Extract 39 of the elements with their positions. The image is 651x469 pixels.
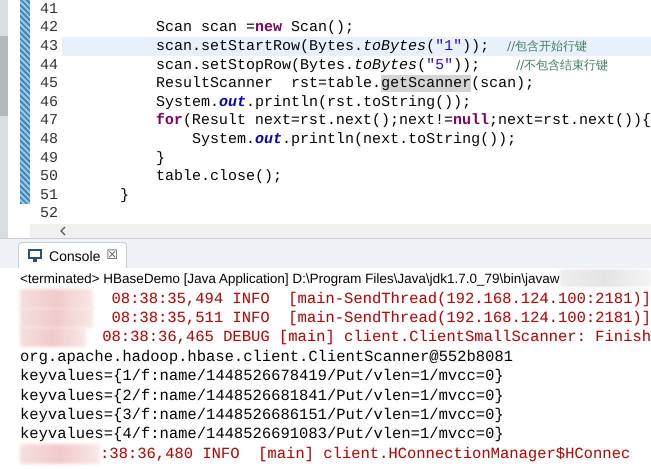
line-number: 44 <box>40 56 60 74</box>
console-line: 08:38:35,494 INFO [main-SendThread(192.168.124.100:2181)] <box>112 290 651 308</box>
console-line: 08:38:36,465 DEBUG [main] client.ClientSmallScanner: Finish <box>102 328 651 346</box>
horizontal-scrollbar[interactable] <box>30 224 651 238</box>
process-status: <terminated> HBaseDemo [Java Application] D:\Program Files\Java\jdk1.7.0_79\bin\javaw <box>20 270 560 286</box>
code-line: table.close(); <box>155 168 282 186</box>
redacted-area <box>20 327 86 348</box>
line-number: 52 <box>40 205 60 222</box>
console-line: keyvalues={1/f:name/1448526678419/Put/vlen=1/mvcc=0} <box>20 367 504 386</box>
line-number: 42 <box>40 19 60 36</box>
console-line: keyvalues={2/f:name/1448526681841/Put/vlen=1/mvcc=0} <box>20 386 504 405</box>
line-number: 43 <box>40 38 60 55</box>
line-number: 51 <box>40 186 60 204</box>
code-line: } <box>119 186 130 204</box>
vertical-scrollbar[interactable] <box>0 0 8 238</box>
line-number: 47 <box>40 112 60 130</box>
console-line: org.apache.hadoop.hbase.client.ClientScanner@552b8081 <box>20 348 513 366</box>
code-line: } <box>155 150 166 167</box>
line-number: 50 <box>40 168 60 186</box>
console-line: keyvalues={4/f:name/1448526691083/Put/vlen=1/mvcc=0} <box>20 425 504 444</box>
code-line: System.out.println(rst.toString()); <box>155 94 472 111</box>
console-tab[interactable]: Console ☒ <box>18 242 128 268</box>
line-number: 48 <box>40 130 60 148</box>
scroll-left-icon[interactable] <box>60 226 66 236</box>
code-line: scan.setStartRow(Bytes.toBytes("1")); //包含开始行键 <box>155 38 588 55</box>
code-line: for(Result next=rst.next();next!=null;next=rst.next()){ <box>154 112 651 130</box>
close-icon[interactable]: ☒ <box>106 248 118 263</box>
code-line: ResultScanner rst=table.getScanner(scan); <box>155 75 534 92</box>
code-line: scan.setStopRow(Bytes.toBytes("5")); //不包含结束行键 <box>155 56 608 74</box>
line-number: 49 <box>40 150 60 167</box>
line-number: 45 <box>40 75 60 92</box>
console-line: :38:36,480 INFO [main] client.HConnectionManager$HConnec <box>100 444 630 463</box>
line-number: 41 <box>40 0 60 18</box>
code-line: Scan scan =new Scan(); <box>155 19 354 36</box>
console-line: keyvalues={3/f:name/1448526686151/Put/vlen=1/mvcc=0} <box>20 406 504 424</box>
monitor-icon <box>27 248 43 263</box>
code-line: System.out.println(next.toString()); <box>191 130 516 148</box>
console-line: 08:38:35,511 INFO [main-SendThread(192.168.124.100:2181)] <box>112 309 651 328</box>
line-number: 46 <box>40 94 60 111</box>
